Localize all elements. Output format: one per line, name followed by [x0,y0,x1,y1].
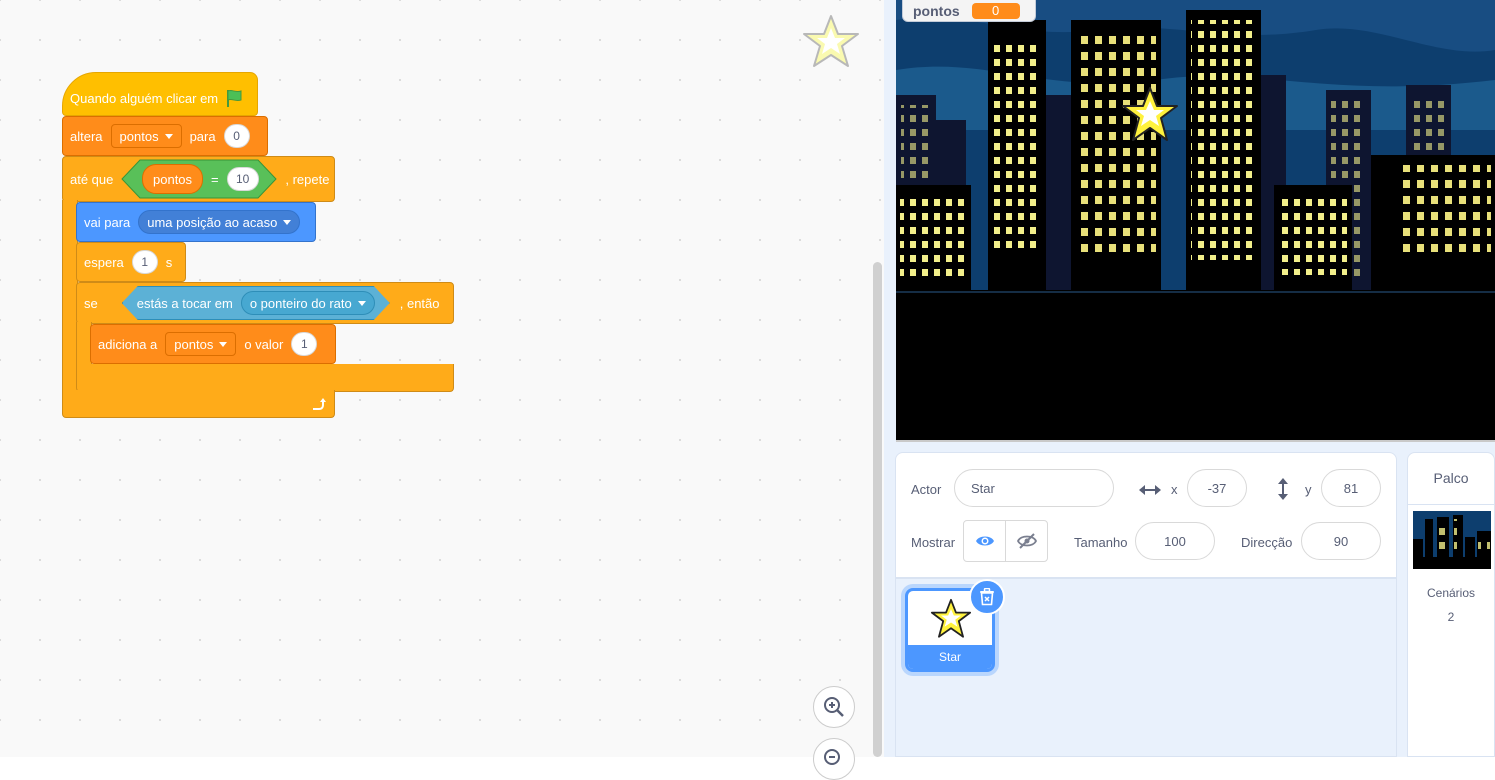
y-position-input[interactable]: 81 [1321,469,1381,507]
repeat-until-value-input[interactable]: 10 [226,167,259,191]
show-hidden-button[interactable] [1005,520,1048,562]
backdrops-count: 2 [1447,610,1455,624]
wait-block[interactable]: espera 1 s [76,242,186,282]
if-bottom-arm [76,364,454,392]
code-area-scrollbar[interactable] [873,262,882,757]
set-variable-value-input[interactable]: 0 [223,124,250,148]
size-input[interactable]: 100 [1135,522,1215,560]
variable-monitor[interactable]: pontos 0 [902,0,1036,22]
star-sprite-icon [930,598,972,638]
x-position-value: -37 [1207,480,1227,496]
sprite-info-panel: Actor Star x -37 y 81 Mostrar Tamanho 10… [895,452,1397,578]
show-visible-button[interactable] [963,520,1006,562]
direction-value: 90 [1333,533,1349,549]
y-label: y [1305,482,1312,497]
set-variable-label: altera [70,128,103,144]
dropdown-caret-icon [358,301,366,306]
sprite-name-label: Actor [911,482,942,497]
star-sprite[interactable] [1119,85,1181,145]
green-flag-icon [227,89,242,107]
direction-label: Direcção [1241,535,1293,550]
backdrops-label: Cenários [1426,586,1476,600]
equals-sign: = [211,171,219,187]
zoom-out-icon [824,749,840,765]
dropdown-caret-icon [283,219,292,225]
if-then-suffix: , então [399,295,440,311]
x-label: x [1171,482,1178,497]
variable-dropdown-value: pontos [119,128,159,144]
stage[interactable] [896,0,1495,442]
touching-object-dropdown[interactable]: o ponteiro do rato [241,291,375,315]
sprite-list: Star [895,578,1397,757]
zoom-in-button[interactable] [813,686,855,728]
code-area[interactable]: Quando alguém clicar em altera pontos pa… [0,0,884,780]
stage-selector[interactable]: Palco Cenários 2 [1407,452,1495,757]
change-variable-block[interactable]: adiciona a pontos o valor 1 [90,324,336,364]
when-flag-clicked-block[interactable]: Quando alguém clicar em [62,72,258,116]
set-variable-to-label: para [189,128,216,144]
variable-dropdown[interactable]: pontos [110,124,182,148]
loop-arrow-icon [313,397,326,410]
direction-input[interactable]: 90 [1301,522,1381,560]
when-flag-clicked-label: Quando alguém clicar em [70,90,219,106]
stage-selector-title: Palco [1433,470,1469,486]
sprite-name-input[interactable]: Star [954,469,1114,507]
change-variable-dropdown-value: pontos [174,336,214,352]
variable-monitor-label: pontos [913,2,960,19]
size-value: 100 [1164,533,1186,549]
if-label: se [84,295,98,311]
sprite-preview-star-icon [803,15,859,67]
show-label: Mostrar [911,535,956,550]
go-to-label: vai para [84,214,131,230]
repeat-bottom-arm [62,390,335,418]
city-night-backdrop [896,0,1495,440]
go-to-block[interactable]: vai para uma posição ao acaso [76,202,316,242]
go-to-target-dropdown[interactable]: uma posição ao acaso [138,210,301,234]
dropdown-caret-icon [164,133,173,139]
touching-object-value: o ponteiro do rato [249,295,352,311]
horizontal-arrows-icon [1139,485,1161,495]
repeat-until-label: até que [70,171,114,187]
trash-icon [980,588,994,606]
go-to-target-value: uma posição ao acaso [147,214,278,230]
wait-unit-label: s [165,254,173,270]
change-variable-value-input[interactable]: 1 [291,332,318,356]
set-variable-block[interactable]: altera pontos para 0 [62,116,268,156]
sprite-name-value: Star [971,480,995,496]
eye-slash-icon [1016,533,1037,549]
variable-monitor-value: 0 [971,2,1020,19]
change-variable-by-label: o valor [244,336,284,352]
backdrop-thumbnail [1413,511,1491,569]
size-label: Tamanho [1074,535,1128,550]
vertical-arrows-icon [1278,478,1288,500]
x-position-input[interactable]: -37 [1187,469,1247,507]
sprite-tile-label: Star [908,645,992,669]
zoom-in-icon [824,697,844,717]
wait-seconds-input[interactable]: 1 [131,250,158,274]
change-variable-label: adiciona a [98,336,158,352]
change-variable-dropdown[interactable]: pontos [165,332,237,356]
delete-sprite-button[interactable] [969,579,1005,615]
touching-label: estás a tocar em [136,295,233,311]
eye-icon [975,536,994,546]
dropdown-caret-icon [219,341,228,347]
y-position-value: 81 [1343,480,1359,496]
if-then-block[interactable]: se estás a tocar em o ponteiro do rato ,… [76,282,454,324]
repeat-until-suffix: , repete [285,171,330,187]
touching-sensing-block[interactable]: estás a tocar em o ponteiro do rato [122,286,390,320]
pontos-reporter[interactable]: pontos [142,164,204,194]
wait-label: espera [84,254,124,270]
zoom-out-button[interactable] [813,738,855,780]
